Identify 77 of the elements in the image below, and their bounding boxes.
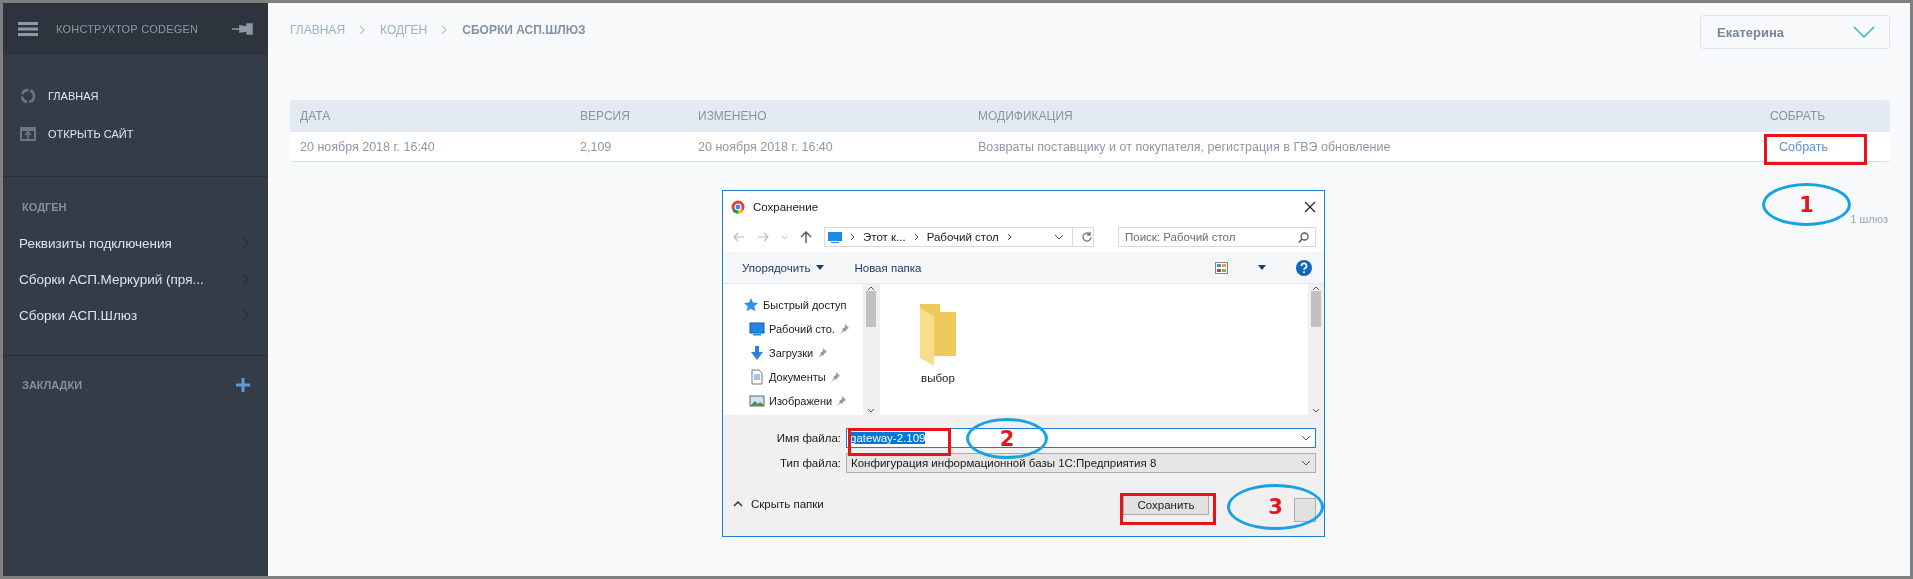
- nav-item[interactable]: ГЛАВНАЯ: [3, 85, 268, 107]
- chevron-up-icon: [1312, 286, 1320, 291]
- scrollbar[interactable]: [1308, 284, 1324, 415]
- filetype-dropdown[interactable]: Конфигурация информационной базы 1С:Предприятия 8: [846, 453, 1316, 473]
- dialog-title: Сохранение: [753, 200, 820, 213]
- column-header: СОБРАТЬ: [1760, 100, 1890, 132]
- chevron-right-icon: [913, 233, 919, 241]
- section-heading: ЗАКЛАДКИ: [22, 379, 83, 391]
- search-field[interactable]: Поиск: Рабочий стол: [1118, 227, 1316, 247]
- chevron-right-icon: [359, 25, 367, 35]
- column-header: ИЗМЕНЕНО: [688, 100, 968, 132]
- chevron-right-icon: [850, 233, 855, 241]
- scrollbar[interactable]: [863, 284, 879, 415]
- column-header: ДАТА: [290, 100, 570, 132]
- star-icon: [743, 296, 759, 313]
- monitor-icon: [828, 231, 842, 243]
- search-icon: [1298, 231, 1309, 243]
- chevron-down-icon: [1312, 408, 1320, 413]
- caret-down-icon[interactable]: [1258, 265, 1266, 270]
- chevron-down-icon: [1301, 460, 1311, 466]
- up-arrow-icon[interactable]: [800, 231, 812, 243]
- cancel-button[interactable]: [1294, 498, 1316, 522]
- plus-icon[interactable]: [236, 378, 250, 392]
- toolbar-button[interactable]: Упорядочить: [742, 261, 825, 274]
- nav-item[interactable]: Рабочий сто.: [723, 320, 863, 337]
- chevron-right-icon: [441, 25, 449, 35]
- document-icon: [749, 368, 765, 385]
- monitor-icon: [749, 320, 765, 337]
- callout-number: 1: [1762, 183, 1851, 226]
- menu-icon[interactable]: [18, 22, 38, 36]
- view-grid-icon[interactable]: [1215, 261, 1228, 274]
- chevron-down-icon: [1853, 26, 1875, 38]
- nav-item[interactable]: ОТКРЫТЬ САЙТ: [3, 123, 268, 145]
- folder-item[interactable]: выбор: [908, 302, 968, 415]
- field-label: Тип файла:: [779, 457, 841, 469]
- chevron-up-icon: [867, 286, 875, 291]
- hide-folders-toggle[interactable]: Скрыть папки: [733, 498, 824, 510]
- section-heading: КОДГЕН: [21, 201, 68, 213]
- nav-item[interactable]: Изображени: [723, 392, 863, 409]
- user-dropdown[interactable]: Екатерина: [1700, 15, 1890, 49]
- refresh-icon: [1081, 231, 1093, 243]
- nav-item[interactable]: Быстрый доступ: [723, 296, 863, 313]
- address-bar[interactable]: Этот к... Рабочий стол: [824, 227, 1094, 247]
- column-header: МОДИФИКАЦИЯ: [968, 100, 1760, 132]
- sidebar-item[interactable]: Сборки АСП.Шлюз: [3, 297, 268, 333]
- sidebar-item[interactable]: Сборки АСП.Меркурий (пря...: [3, 261, 268, 297]
- chevron-down-icon: [867, 408, 875, 413]
- item-count: 1 шлюз: [1850, 213, 1888, 225]
- image-icon: [749, 392, 765, 409]
- scrollbar-thumb[interactable]: [866, 291, 876, 327]
- help-icon[interactable]: [1296, 259, 1312, 276]
- pin-icon[interactable]: [232, 23, 254, 35]
- scrollbar-thumb[interactable]: [1311, 291, 1321, 327]
- table-cell: Возвраты поставщику и от покупателя, регистрация в ГВЭ обновление: [968, 132, 1760, 161]
- toolbar-button[interactable]: Новая папка: [854, 261, 922, 274]
- table-cell: 20 ноября 2018 г. 16:40: [688, 132, 968, 161]
- chevron-down-icon: [1301, 435, 1311, 441]
- app-title: КОНСТРУКТОР CODEGEN: [56, 23, 200, 35]
- column-header: ВЕРСИЯ: [570, 100, 688, 132]
- nav-item[interactable]: Документы: [723, 368, 863, 385]
- spinner-icon: [20, 88, 36, 104]
- close-icon[interactable]: [1304, 200, 1316, 213]
- chevron-down-icon: [1054, 234, 1064, 240]
- callout-number: 3: [1227, 484, 1324, 530]
- nav-item[interactable]: Загрузки: [723, 344, 863, 361]
- callout-number: 2: [966, 418, 1048, 459]
- download-arrow-icon: [749, 344, 765, 361]
- caret-down-icon: [816, 265, 825, 270]
- browser-logo-icon: [731, 199, 745, 214]
- chevron-up-icon: [733, 501, 743, 507]
- field-label: Имя файла:: [775, 432, 841, 444]
- breadcrumb-item: СБОРКИ АСП.ШЛЮЗ: [462, 23, 586, 37]
- sidebar-item[interactable]: Реквизиты подключения: [3, 225, 268, 261]
- chevron-right-icon: [1006, 233, 1012, 241]
- table-cell: 2,109: [570, 132, 688, 161]
- open-window-icon: [20, 126, 36, 142]
- table-cell: 20 ноября 2018 г. 16:40: [290, 132, 570, 161]
